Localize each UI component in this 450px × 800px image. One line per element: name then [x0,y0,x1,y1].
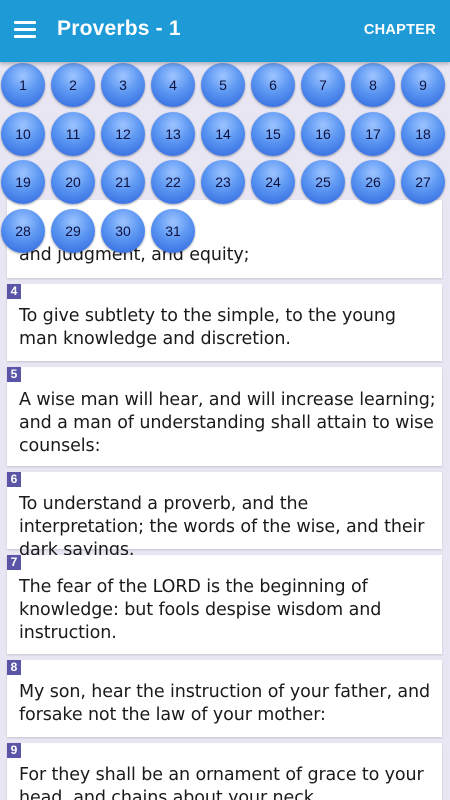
page-title: Proverbs - 1 [57,17,181,40]
verse-card: 9 For they shall be an ornament of grace… [7,743,442,800]
chapter-button-1[interactable]: 1 [1,63,45,107]
chapter-button-30[interactable]: 30 [101,208,145,253]
chapter-button-10[interactable]: 10 [1,111,45,156]
verse-number: 4 [7,284,21,299]
verse-card: 7 The fear of the LORD is the beginning … [7,555,442,654]
verse-card: 8 My son, hear the instruction of your f… [7,660,442,737]
chapter-button-16[interactable]: 16 [301,111,345,156]
verse-number: 6 [7,472,21,487]
verse-text: To give subtlety to the simple, to the y… [19,306,396,349]
chapter-button-9[interactable]: 9 [401,63,445,107]
chapter-grid: 1 2 3 4 5 6 7 8 9 10 11 12 13 14 15 16 17 18 19 20 21 22 23 24 2… [0,62,450,254]
chapter-button-29[interactable]: 29 [51,208,95,253]
chapter-button-3[interactable]: 3 [101,63,145,107]
chapter-button-23[interactable]: 23 [201,160,245,204]
chapter-button-19[interactable]: 19 [1,160,45,204]
chapter-button-7[interactable]: 7 [301,63,345,107]
chapter-button-26[interactable]: 26 [351,160,395,204]
chapter-button-17[interactable]: 17 [351,111,395,156]
chapter-button-4[interactable]: 4 [151,63,195,107]
verse-text: A wise man will hear, and will increase … [19,390,436,456]
verse-text: To understand a proverb, and the interpr… [19,494,425,560]
chapter-button-24[interactable]: 24 [251,160,295,204]
chapter-button-14[interactable]: 14 [201,111,245,156]
chapter-button-15[interactable]: 15 [251,111,295,156]
chapter-button-20[interactable]: 20 [51,160,95,204]
app-bar: Proverbs - 1 CHAPTER [0,0,450,62]
chapter-button-22[interactable]: 22 [151,160,195,204]
verse-card: 4 To give subtlety to the simple, to the… [7,284,442,361]
chapter-button-12[interactable]: 12 [101,111,145,156]
chapter-button[interactable]: CHAPTER [364,22,436,38]
menu-icon[interactable] [14,21,36,39]
verse-number: 7 [7,555,21,570]
verse-number: 5 [7,367,21,382]
verse-text: The fear of the LORD is the beginning of… [19,577,382,643]
chapter-button-5[interactable]: 5 [201,63,245,107]
chapter-button-21[interactable]: 21 [101,160,145,204]
chapter-button-13[interactable]: 13 [151,111,195,156]
chapter-button-2[interactable]: 2 [51,63,95,107]
verse-card: 5 A wise man will hear, and will increas… [7,367,442,466]
verse-number: 9 [7,743,21,758]
chapter-button-27[interactable]: 27 [401,160,445,204]
chapter-button-6[interactable]: 6 [251,63,295,107]
verse-text: For they shall be an ornament of grace t… [19,765,424,800]
chapter-button-25[interactable]: 25 [301,160,345,204]
chapter-button-28[interactable]: 28 [1,208,45,253]
verse-number: 8 [7,660,21,675]
chapter-button-31[interactable]: 31 [151,208,195,253]
verse-card: 6 To understand a proverb, and the inter… [7,472,442,560]
chapter-button-11[interactable]: 11 [51,111,95,156]
chapter-button-18[interactable]: 18 [401,111,445,156]
verse-text: My son, hear the instruction of your fat… [19,682,430,725]
chapter-button-8[interactable]: 8 [351,63,395,107]
